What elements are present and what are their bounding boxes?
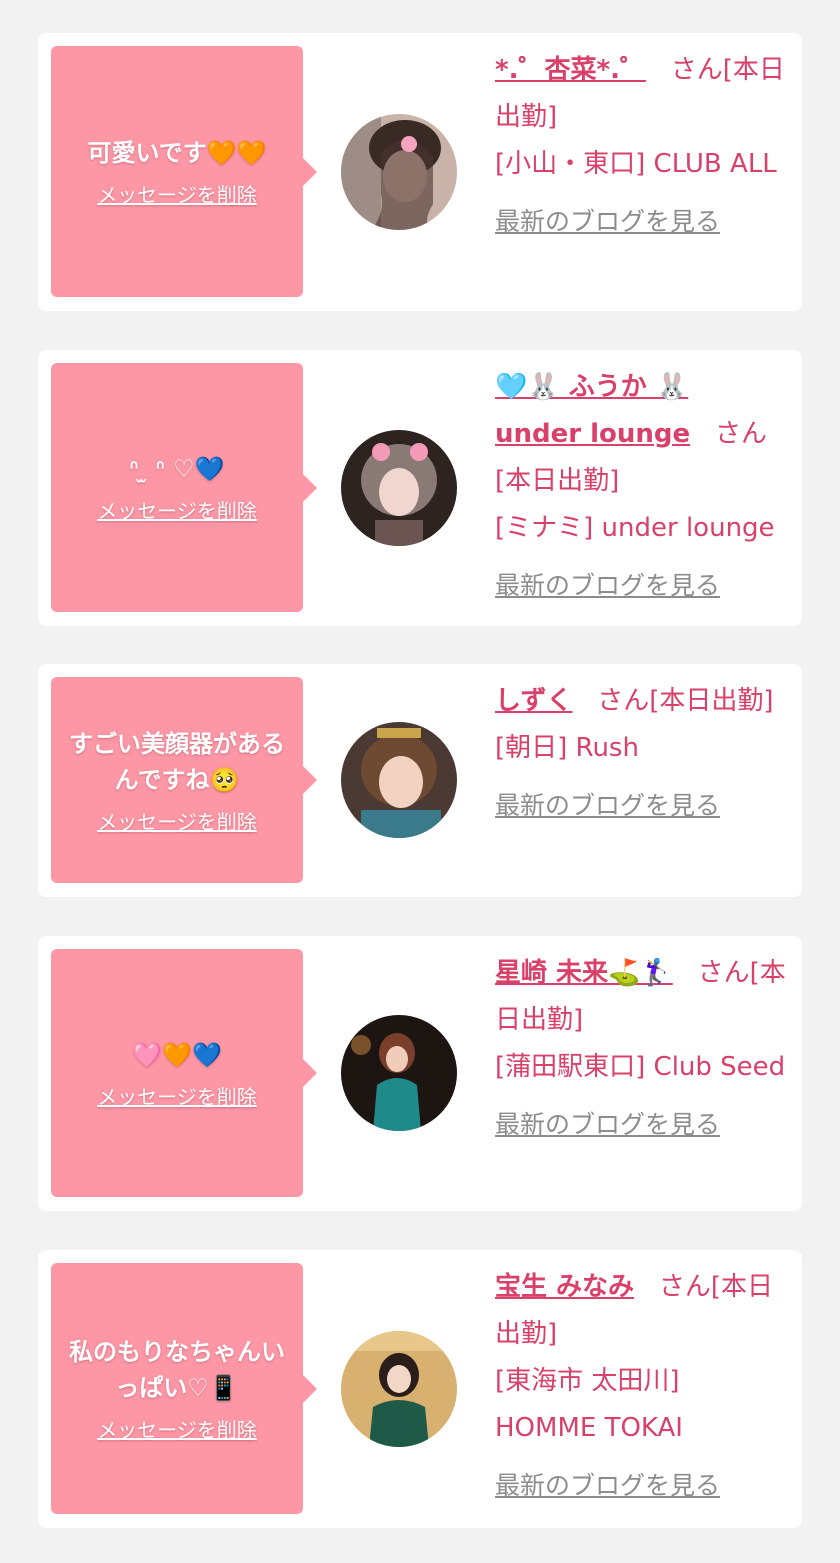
message-bubble: 私のもりなちゃんいっぱい♡📱 メッセージを削除 [51, 1263, 317, 1514]
delete-message-link[interactable]: メッセージを削除 [97, 1081, 257, 1110]
profile-info: しずく さん[本日出勤] [朝日] Rush 最新のブログを見る [495, 678, 787, 830]
message-card: 私のもりなちゃんいっぱい♡📱 メッセージを削除 宝生 みなみ さん[本日出勤] … [38, 1250, 802, 1528]
message-bubble: 可愛いです🧡🧡 メッセージを削除 [51, 46, 317, 297]
message-card: すごい美顔器があるんですね🥺 メッセージを削除 しずく さん[本日出勤] [朝日… [38, 664, 802, 897]
message-text: 私のもりなちゃんいっぱい♡📱 [69, 1338, 285, 1402]
avatar[interactable] [341, 1331, 457, 1447]
message-bubble: すごい美顔器があるんですね🥺 メッセージを削除 [51, 677, 317, 883]
shop-location: [蒲田駅東口] Club Seed [495, 1052, 786, 1082]
message-bubble: 🩷🧡💙 メッセージを削除 [51, 949, 317, 1197]
cast-name-link[interactable]: 星崎 未来⛳️🏌️‍♀️ [495, 958, 673, 988]
delete-message-link[interactable]: メッセージを削除 [97, 1414, 257, 1443]
latest-blog-link[interactable]: 最新のブログを見る [495, 1462, 720, 1509]
avatar[interactable] [341, 430, 457, 546]
latest-blog-link[interactable]: 最新のブログを見る [495, 562, 720, 609]
delete-message-link[interactable]: メッセージを削除 [97, 806, 257, 835]
message-text: ᐢ ̫ ᐢ ♡💙 [129, 455, 225, 483]
message-bubble: ᐢ ̫ ᐢ ♡💙 メッセージを削除 [51, 363, 317, 612]
latest-blog-link[interactable]: 最新のブログを見る [495, 1101, 720, 1148]
profile-info: *.゜杏菜*.゜ さん[本日出勤] [小山・東口] CLUB ALL 最新のブロ… [495, 47, 787, 246]
message-card: ᐢ ̫ ᐢ ♡💙 メッセージを削除 🩵🐰 ふうか 🐰 under lounge … [38, 350, 802, 626]
cast-name-link[interactable]: *.゜杏菜*.゜ [495, 55, 646, 85]
cast-name-link[interactable]: しずく [495, 686, 572, 716]
profile-info: 宝生 みなみ さん[本日出勤] [東海市 太田川] HOMME TOKAI 最新… [495, 1264, 787, 1510]
latest-blog-link[interactable]: 最新のブログを見る [495, 782, 720, 829]
delete-message-link[interactable]: メッセージを削除 [97, 495, 257, 524]
shop-location: [小山・東口] CLUB ALL [495, 149, 777, 179]
shop-location: [朝日] Rush [495, 733, 639, 763]
message-card: 可愛いです🧡🧡 メッセージを削除 *.゜杏菜*.゜ さん[本日出勤] [小山・東… [38, 33, 802, 311]
delete-message-link[interactable]: メッセージを削除 [97, 179, 257, 208]
profile-info: 星崎 未来⛳️🏌️‍♀️ さん[本日出勤] [蒲田駅東口] Club Seed … [495, 950, 787, 1149]
message-text: 可愛いです🧡🧡 [87, 139, 267, 167]
shop-location: [ミナミ] under lounge [495, 513, 775, 543]
cast-status: さん[本日出勤] [597, 686, 774, 716]
avatar[interactable] [341, 114, 457, 230]
cast-name-link[interactable]: 宝生 みなみ [495, 1272, 634, 1302]
avatar[interactable] [341, 1015, 457, 1131]
message-card: 🩷🧡💙 メッセージを削除 星崎 未来⛳️🏌️‍♀️ さん[本日出勤] [蒲田駅東… [38, 936, 802, 1211]
avatar[interactable] [341, 722, 457, 838]
message-text: 🩷🧡💙 [132, 1040, 222, 1069]
shop-location: [東海市 太田川] HOMME TOKAI [495, 1366, 683, 1443]
cast-name-link-line2[interactable]: under lounge [495, 419, 690, 449]
message-text: すごい美顔器があるんですね🥺 [69, 729, 285, 794]
profile-info: 🩵🐰 ふうか 🐰 under lounge さん[本日出勤] [ミナミ] und… [495, 364, 787, 610]
cast-name-link[interactable]: 🩵🐰 ふうか 🐰 [495, 372, 688, 402]
latest-blog-link[interactable]: 最新のブログを見る [495, 198, 720, 245]
